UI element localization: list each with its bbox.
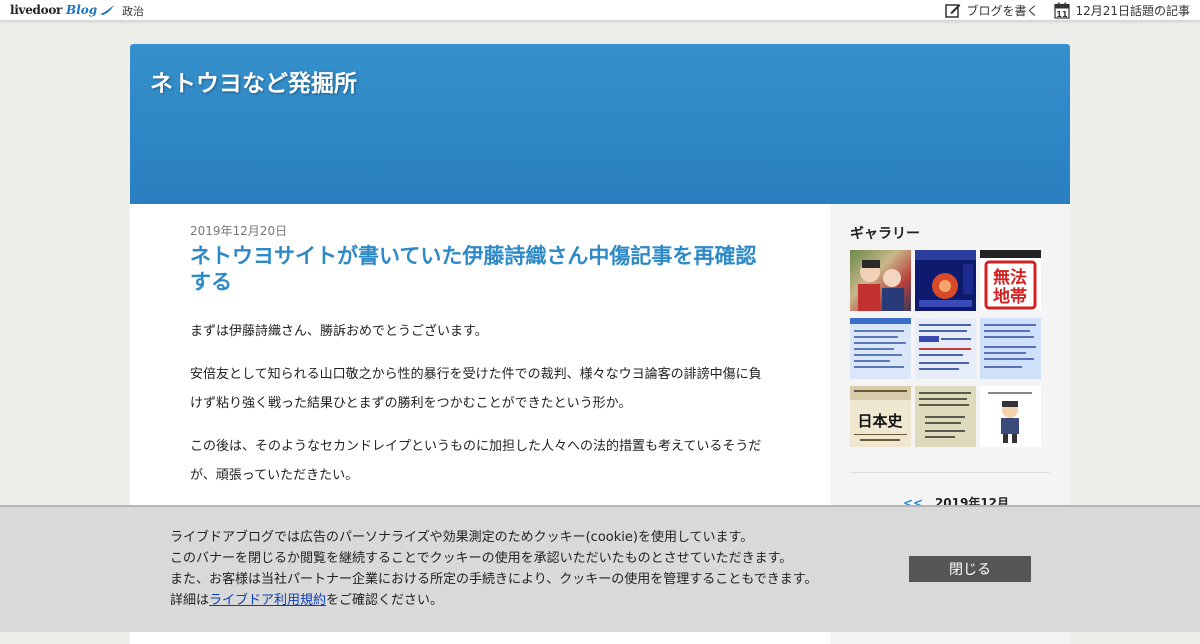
article: 2019年12月20日 ネトウヨサイトが書いていた伊藤詩織さん中傷記事を再確認す… — [190, 222, 770, 490]
cookie-banner-text: ライブドアブログでは広告のパーソナライズや効果測定のためクッキー(cookie)… — [170, 527, 817, 611]
anime-illustration-thumbnail — [858, 260, 904, 311]
article-title[interactable]: ネトウヨサイトが書いていた伊藤詩織さん中傷記事を再確認する — [190, 243, 770, 295]
document-screenshot-thumbnail — [919, 324, 971, 370]
sidebar-divider — [850, 472, 1050, 473]
lawless-zone-banner-thumbnail: 無法 地帯 — [980, 250, 1041, 310]
write-blog-label: ブログを書く — [966, 3, 1039, 18]
game-screen-thumbnail — [915, 250, 976, 307]
thumbnail-caption: 無法 — [993, 267, 1027, 288]
top-navigation-bar: livedoor Blog 政治 ブログを書く 11 12月21日話題の記事 — [0, 0, 1200, 21]
gallery-thumbnail[interactable] — [980, 386, 1041, 447]
gallery-thumbnail[interactable]: 無法 地帯 — [980, 250, 1041, 311]
calendar-icon: 11 — [1054, 2, 1071, 19]
cookie-text-line: ライブドアブログでは広告のパーソナライズや効果測定のためクッキー(cookie)… — [170, 530, 754, 545]
gallery-heading: ギャラリー — [850, 226, 920, 242]
document-screenshot-thumbnail — [850, 318, 911, 368]
cookie-text-line: また、お客様は当社パートナー企業における所定の手続きにより、クッキーの使用を管理… — [170, 572, 818, 587]
thumbnail-caption: 地帯 — [993, 286, 1027, 307]
person-illustration-thumbnail — [988, 392, 1032, 443]
calendar-icon-day: 11 — [1057, 10, 1069, 19]
article-paragraph: まずは伊藤詩織さん、勝訴おめでとうございます。 — [190, 324, 488, 339]
cookie-details-prefix: 詳細は — [170, 593, 210, 608]
topic-articles-label: 12月21日話題の記事 — [1075, 3, 1190, 18]
cookie-text-line: このバナーを閉じるか閲覧を継続することでクッキーの使用を承認いただいたものとさせ… — [170, 551, 793, 566]
topic-articles-link[interactable]: 11 12月21日話題の記事 — [1054, 2, 1190, 19]
blog-title[interactable]: ネトウヨなど発掘所 — [150, 64, 357, 98]
logo-blog-text: Blog — [66, 3, 98, 17]
gallery-thumbnail[interactable]: 日本史 — [850, 386, 911, 447]
blog-header: ネトウヨなど発掘所 — [130, 44, 1070, 204]
pencil-edit-icon — [945, 4, 961, 18]
cookie-details-suffix: をご確認ください。 — [326, 593, 444, 608]
article-paragraph: 安倍友として知られる山口敬之から性的暴行を受けた件での裁判、様々なウヨ論客の誹謗… — [190, 367, 762, 411]
article-date: 2019年12月20日 — [190, 224, 288, 238]
gallery-thumbnail[interactable] — [915, 318, 976, 379]
text-document-thumbnail — [919, 392, 971, 438]
cookie-text-line: 詳細はライブドア利用規約をご確認ください。 — [170, 590, 817, 611]
close-banner-button[interactable]: 閉じる — [909, 556, 1031, 582]
write-blog-link[interactable]: ブログを書く — [945, 2, 1038, 19]
livedoor-blog-logo[interactable]: livedoor Blog — [10, 2, 115, 18]
terms-of-use-link[interactable]: ライブドア利用規約 — [209, 593, 326, 608]
gallery-thumbnail[interactable] — [915, 386, 976, 447]
thumbnail-caption: 日本史 — [857, 412, 903, 430]
gallery-thumbnail[interactable] — [980, 318, 1041, 379]
gallery-thumbnail[interactable] — [915, 250, 976, 311]
gallery-thumbnail[interactable] — [850, 318, 911, 379]
logo-text: livedoor — [10, 3, 63, 17]
japanese-history-book-thumbnail: 日本史 — [850, 386, 911, 441]
document-screenshot-thumbnail — [984, 324, 1036, 368]
article-paragraph: この後は、そのようなセカンドレイプというものに加担した人々への法的措置も考えてい… — [190, 439, 762, 483]
bird-icon — [100, 5, 115, 15]
cookie-consent-banner: ライブドアブログでは広告のパーソナライズや効果測定のためクッキー(cookie)… — [0, 505, 1200, 632]
gallery-thumbnail[interactable] — [850, 250, 911, 311]
category-link-politics[interactable]: 政治 — [122, 3, 144, 19]
